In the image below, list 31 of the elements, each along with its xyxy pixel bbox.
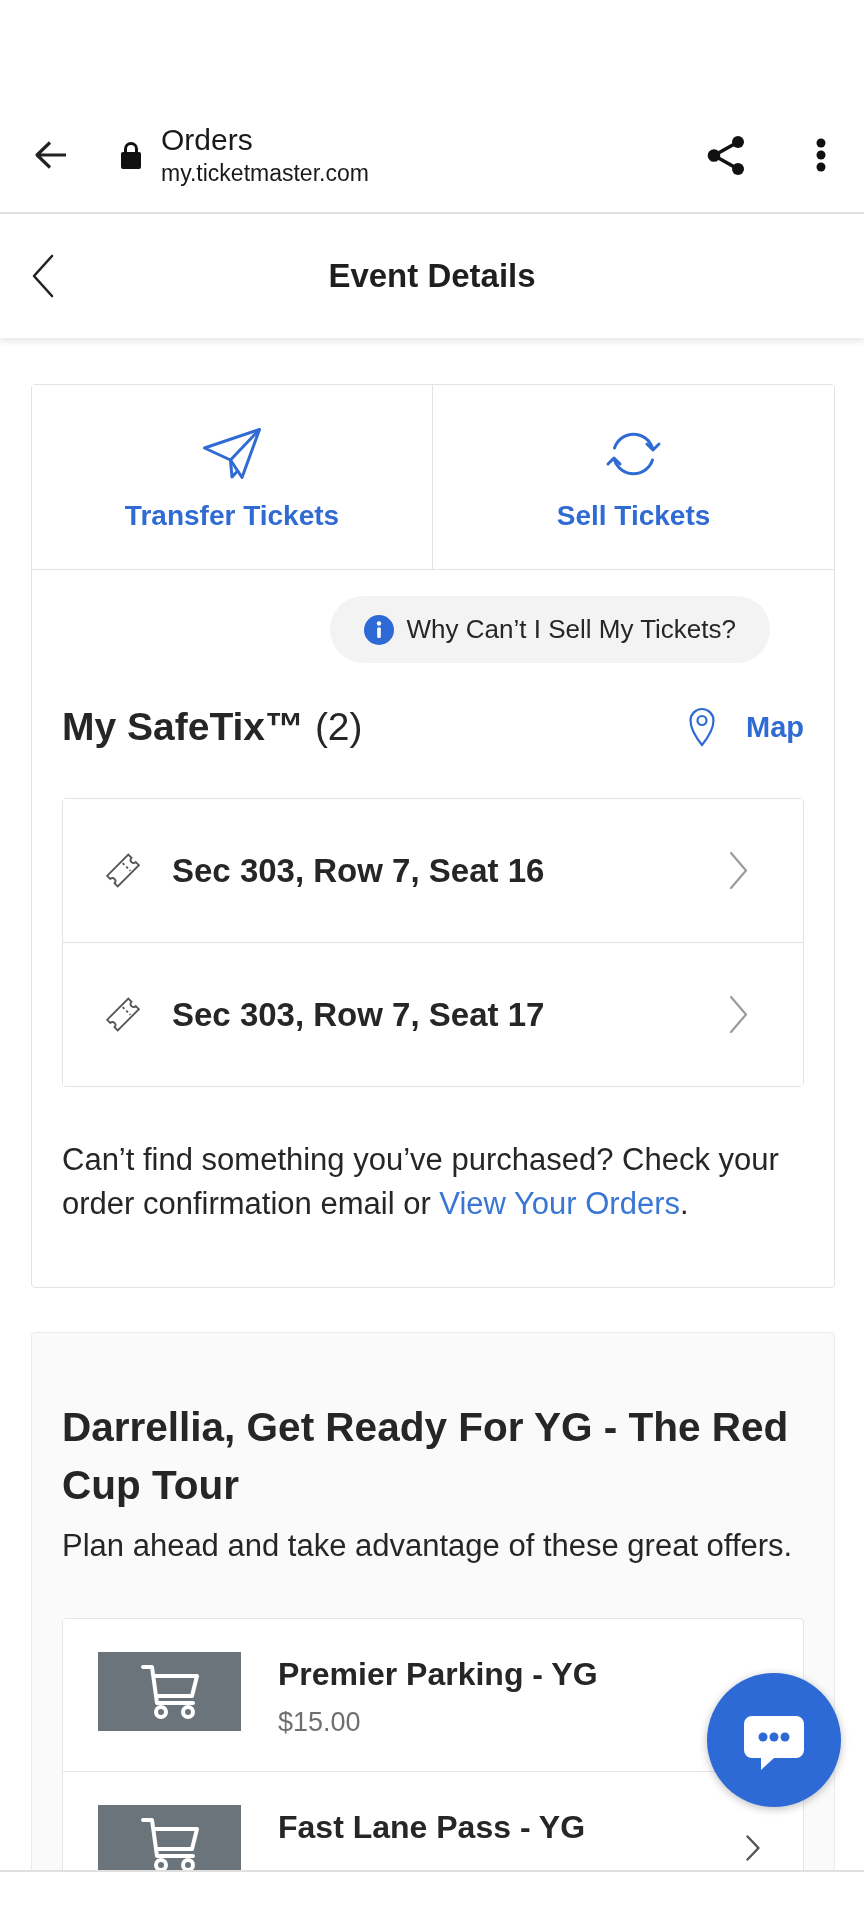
more-options-icon[interactable] <box>816 138 826 172</box>
map-pin-icon <box>689 707 715 747</box>
offers-heading: Darrellia, Get Ready For YG - The Red Cup Tour <box>62 1403 790 1510</box>
back-chevron-icon[interactable] <box>31 254 55 298</box>
circular-arrows-icon <box>605 431 662 477</box>
offer-price: $15.00 <box>278 1706 361 1739</box>
info-pill-button[interactable]: Why Can’t I Sell My Tickets? <box>329 596 770 663</box>
offers-subtitle: Plan ahead and take advantage of these great offers. <box>62 1527 794 1565</box>
ticket-icon <box>105 852 141 889</box>
page-title: Orders <box>161 122 253 158</box>
chevron-right-icon <box>729 995 748 1034</box>
chat-bubble-icon <box>744 1716 804 1770</box>
share-icon[interactable] <box>707 134 745 176</box>
section-title: My SafeTix™ (2) <box>62 704 363 750</box>
cart-icon <box>98 1805 241 1870</box>
screen-title: Event Details <box>328 256 536 296</box>
offer-title: Premier Parking - YG <box>278 1655 598 1694</box>
map-link[interactable]: Map <box>689 707 804 747</box>
ticket-row[interactable]: Sec 303, Row 7, Seat 17 <box>63 942 803 1086</box>
offer-title: Fast Lane Pass - YG <box>278 1808 586 1847</box>
ticket-icon <box>105 996 141 1033</box>
view-orders-link[interactable]: View Your Orders <box>439 1186 680 1221</box>
paper-plane-icon <box>202 427 262 480</box>
transfer-tickets-button[interactable]: Transfer Tickets <box>32 385 433 569</box>
page-url: my.ticketmaster.com <box>161 159 369 188</box>
back-arrow-icon[interactable] <box>34 140 67 170</box>
lock-icon <box>120 140 142 170</box>
info-icon <box>363 614 394 645</box>
help-text: Can’t find something you’ve purchased? Check your order confirmation email or View Your Orders. <box>62 1141 780 1223</box>
chevron-right-icon <box>729 851 748 890</box>
cart-icon <box>98 1652 241 1731</box>
